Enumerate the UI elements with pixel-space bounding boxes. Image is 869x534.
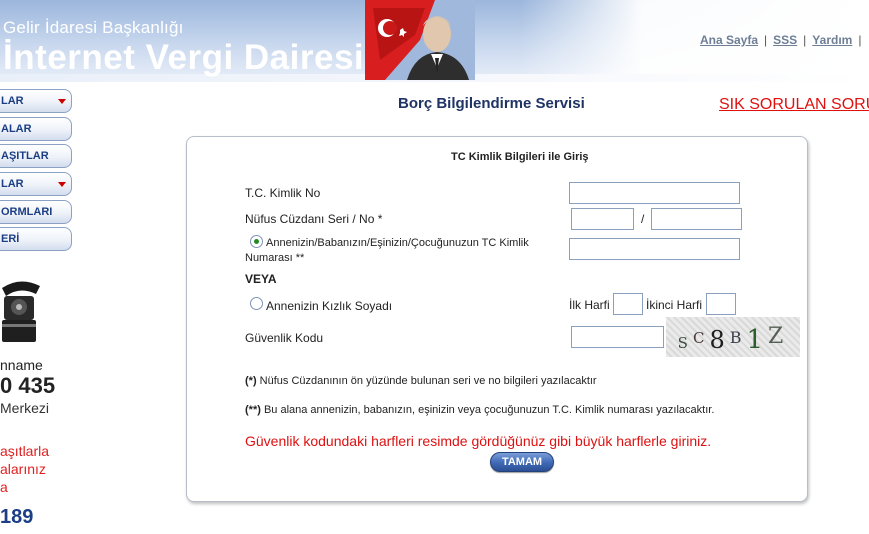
second-letter-input[interactable] xyxy=(706,293,736,315)
link-separator: | xyxy=(803,33,807,47)
first-letter-input[interactable] xyxy=(613,293,643,315)
note-1-marker: (*) xyxy=(245,375,257,387)
help-link[interactable]: Yardım xyxy=(812,33,852,47)
sidebar-menu-item-3[interactable]: AŞITLAR xyxy=(0,144,72,168)
link-separator: | xyxy=(764,33,768,47)
faq-link[interactable]: SIK SORULAN SORULAR xyxy=(719,96,869,114)
captcha-glyph: B xyxy=(729,328,747,347)
site-header: Gelir İdaresi Başkanlığı İnternet Vergi … xyxy=(0,0,869,82)
contact-line-1: nname xyxy=(0,357,43,373)
promo-line: a xyxy=(0,479,8,495)
captcha-text: SC8B1Z xyxy=(677,322,789,355)
sidebar-menu-label: ORMLARI xyxy=(1,206,53,218)
captcha-glyph: C xyxy=(692,329,710,347)
sidebar-menu-label: LAR xyxy=(1,95,24,107)
note-1: (*) Nüfus Cüzdanının ön yüzünde bulunan … xyxy=(245,375,597,387)
header-subtitle: Gelir İdaresi Başkanlığı xyxy=(3,18,184,37)
relative-tc-label-line1: Annenizin/Babanızın/Eşinizin/Çocuğunuzun… xyxy=(266,237,529,249)
maiden-name-label: Annenizin Kızlık Soyadı xyxy=(266,299,393,313)
captcha-glyph: S xyxy=(677,334,693,352)
tc-input[interactable] xyxy=(569,182,740,204)
nufus-no-input[interactable] xyxy=(651,208,742,230)
home-link[interactable]: Ana Sayfa xyxy=(700,33,758,47)
sidebar-menu-item-1[interactable]: LAR xyxy=(0,89,72,113)
captcha-glyph: 8 xyxy=(709,326,730,354)
tc-label: T.C. Kimlik No xyxy=(245,186,321,200)
sidebar-menu-label: ALAR xyxy=(1,123,32,135)
contact-number: 0 435 xyxy=(0,373,56,398)
form-panel-title: TC Kimlik Bilgileri ile Giriş xyxy=(451,151,589,163)
captcha-image: SC8B1Z xyxy=(666,317,800,357)
sidebar-menu-label: LAR xyxy=(1,178,24,190)
sidebar-menu-label: ERİ xyxy=(1,233,20,245)
note-1-text: Nüfus Cüzdanının ön yüzünde bulunan seri… xyxy=(259,375,597,387)
sidebar-menu-item-5[interactable]: ORMLARI xyxy=(0,200,72,224)
header-title: İnternet Vergi Dairesi xyxy=(3,38,365,77)
nufus-seri-input[interactable] xyxy=(571,208,634,230)
top-links: Ana Sayfa | SSS | Yardım | xyxy=(700,33,867,47)
sidebar-menu-item-4[interactable]: LAR xyxy=(0,172,72,196)
security-code-label: Güvenlik Kodu xyxy=(245,331,324,345)
first-letter-label: İlk Harfi xyxy=(569,298,610,312)
security-code-input[interactable] xyxy=(571,326,664,348)
sidebar-menu-item-6[interactable]: ERİ xyxy=(0,227,72,251)
second-letter-label: İkinci Harfi xyxy=(646,298,703,312)
promo-line: alarınız xyxy=(0,461,46,477)
telephone-icon xyxy=(2,281,40,342)
security-warning: Güvenlik kodundaki harfleri resimde görd… xyxy=(245,433,712,449)
page-title: Borç Bilgilendirme Servisi xyxy=(398,95,585,112)
submit-button-label: TAMAM xyxy=(501,456,543,468)
nufus-label: Nüfus Cüzdanı Seri / No * xyxy=(245,212,383,226)
relative-tc-radio[interactable] xyxy=(250,235,263,248)
note-2-text: Bu alana annenizin, babanızın, eşinizin … xyxy=(263,404,715,416)
contact-line-2: Merkezi xyxy=(0,400,50,416)
link-separator: | xyxy=(858,33,862,47)
portrait-image xyxy=(365,0,475,80)
relative-tc-input[interactable] xyxy=(569,238,740,260)
sidebar-menu-item-2[interactable]: ALAR xyxy=(0,117,72,141)
note-2: (**) Bu alana annenizin, babanızın, eşin… xyxy=(245,404,714,416)
contact-promo: aşıtlarla alarınız a xyxy=(0,442,49,496)
nufus-separator: / xyxy=(641,212,645,226)
maiden-name-radio[interactable] xyxy=(250,297,263,310)
or-label: VEYA xyxy=(245,272,277,286)
captcha-glyph: Z xyxy=(768,324,789,349)
faq-short-link[interactable]: SSS xyxy=(773,33,797,47)
dropdown-arrow-icon xyxy=(58,99,66,104)
contact-short-number: 189 xyxy=(0,506,34,528)
promo-line: aşıtlarla xyxy=(0,443,50,459)
captcha-glyph: 1 xyxy=(746,325,769,355)
dropdown-arrow-icon xyxy=(58,182,66,187)
note-2-marker: (**) xyxy=(245,404,261,416)
relative-tc-label-line2: Numarası ** xyxy=(245,252,305,264)
sidebar-menu-label: AŞITLAR xyxy=(1,150,49,162)
captcha-text-glyphs: SC8B1Z xyxy=(677,324,789,355)
submit-button[interactable]: TAMAM xyxy=(490,452,554,472)
